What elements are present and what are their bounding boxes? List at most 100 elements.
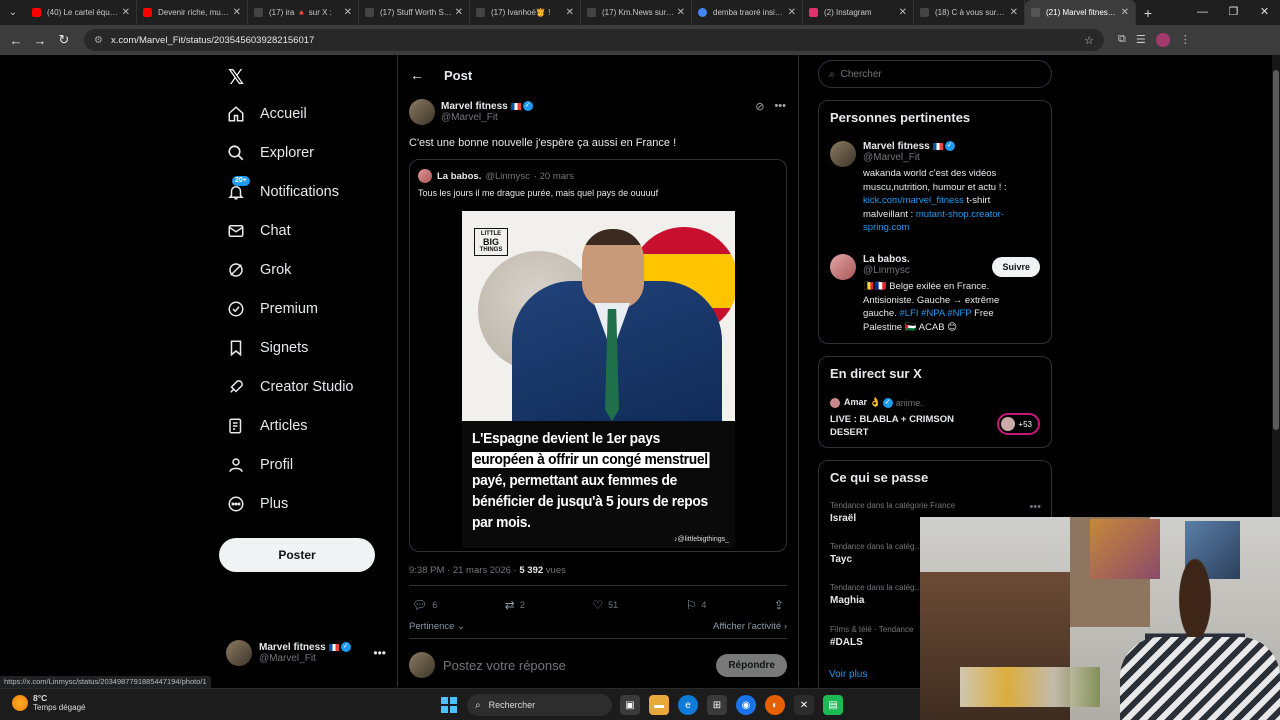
sort-dropdown[interactable]: Pertinence ⌄ — [409, 621, 465, 632]
chrome-icon[interactable]: ◉ — [736, 695, 756, 715]
store-icon[interactable]: ⊞ — [707, 695, 727, 715]
maximize-icon[interactable]: ❐ — [1218, 0, 1249, 25]
scrollbar-thumb[interactable] — [1273, 70, 1279, 430]
person-name[interactable]: Marvel fitness — [863, 141, 930, 152]
reply-button[interactable]: 💬︎ 6 — [412, 598, 437, 612]
close-icon[interactable]: ✕ — [233, 7, 241, 18]
sidebar-icon[interactable]: ☰ — [1136, 33, 1146, 47]
browser-tab-active[interactable]: (21) Marvel fitnes… ✕ — [1025, 0, 1136, 25]
nav-home[interactable]: Accueil — [226, 97, 307, 131]
nav-premium[interactable]: Premium — [226, 292, 318, 326]
app-icon[interactable]: ▤ — [823, 695, 843, 715]
url-field[interactable]: ⚙ x.com/Marvel_Fit/status/20354560392821… — [84, 29, 1104, 51]
edge-icon[interactable]: e — [678, 695, 698, 715]
tab-search-icon[interactable]: ⌄ — [0, 0, 26, 25]
new-tab-icon[interactable]: + — [1136, 5, 1160, 21]
nav-grok[interactable]: Grok — [226, 253, 291, 287]
more-dots-icon[interactable]: ••• — [1029, 501, 1041, 513]
minimize-icon[interactable]: — — [1187, 0, 1218, 25]
reply-submit-button[interactable]: Répondre — [716, 653, 787, 677]
close-icon[interactable]: ✕ — [566, 7, 574, 18]
trend-item[interactable]: Tendance dans la catég… Maghia — [830, 583, 923, 606]
grok-icon[interactable]: ⊘ — [755, 100, 764, 113]
close-icon[interactable]: ✕ — [1010, 7, 1018, 18]
profile-avatar[interactable] — [1155, 33, 1170, 47]
search-input[interactable]: ⌕ Chercher — [818, 60, 1052, 88]
post-author[interactable]: Marvel fitness ✓ @Marvel_Fit — [409, 99, 533, 125]
live-title[interactable]: LIVE : BLABLA + CRIMSON DESERT — [830, 413, 970, 439]
see-more-link[interactable]: Voir plus — [829, 669, 867, 680]
reload-icon[interactable]: ↻ — [52, 32, 76, 48]
browser-tab[interactable]: demba traoré insi… ✕ — [692, 0, 803, 25]
person-marvel-fitness[interactable]: Marvel fitness ✓ @Marvel_Fit wakanda worl… — [830, 141, 1033, 235]
follow-button[interactable]: Suivre — [992, 257, 1040, 277]
browser-tab[interactable]: Devenir riche, mu… ✕ — [137, 0, 248, 25]
nav-more[interactable]: Plus — [226, 487, 288, 521]
person-name[interactable]: La babos. — [863, 254, 910, 265]
search-icon: ⌕ — [475, 699, 481, 711]
author-handle[interactable]: @Marvel_Fit — [441, 112, 533, 123]
bookmark-star-icon[interactable]: ☆ — [1084, 34, 1094, 47]
post-button[interactable]: Poster — [219, 538, 375, 572]
close-icon[interactable]: ✕ — [788, 7, 796, 18]
browser-tab[interactable]: (17) Km.News sur… ✕ — [581, 0, 692, 25]
like-button[interactable]: ♡ 51 — [592, 598, 618, 612]
article-icon — [226, 416, 246, 436]
close-icon[interactable]: ✕ — [1121, 7, 1129, 18]
file-explorer-icon[interactable]: ▬ — [649, 695, 669, 715]
live-host[interactable]: Amar 👌 ✓ anime. — [830, 397, 923, 408]
task-view-icon[interactable]: ▣ — [620, 695, 640, 715]
more-dots-icon[interactable]: ••• — [774, 100, 786, 113]
post-timestamp[interactable]: 9:38 PM · 21 mars 2026 · — [409, 565, 519, 576]
browser-tab[interactable]: (40) Le cartel équ… ✕ — [26, 0, 137, 25]
window-close-icon[interactable]: ✕ — [1249, 0, 1280, 25]
trend-item[interactable]: Tendance dans la catég… Tayc — [830, 542, 923, 565]
reply-input[interactable]: Postez votre réponse — [443, 658, 566, 673]
browser-tab[interactable]: (17) Stuff Worth S… ✕ — [359, 0, 470, 25]
close-icon[interactable]: ✕ — [677, 7, 685, 18]
close-icon[interactable]: ✕ — [455, 7, 463, 18]
quote-image[interactable]: LITTLE BIG THINGS L'Espagne devient le 1er… — [462, 211, 735, 548]
more-dots-icon[interactable]: ••• — [373, 646, 386, 660]
windows-start-icon[interactable] — [441, 697, 457, 713]
bio-hashtags[interactable]: #LFI #NPA #NFP — [899, 308, 971, 319]
nav-chat[interactable]: Chat — [226, 214, 291, 248]
nav-notifications[interactable]: 20+ Notifications — [226, 175, 339, 209]
close-icon[interactable]: ✕ — [344, 7, 352, 18]
share-button[interactable]: ⇪ — [774, 598, 784, 612]
back-icon[interactable]: ← — [4, 33, 28, 48]
firefox-icon[interactable]: ◐ — [765, 695, 785, 715]
x-logo-icon[interactable]: 𝕏 — [228, 65, 244, 90]
nav-profile[interactable]: Profil — [226, 448, 293, 482]
forward-icon[interactable]: → — [28, 33, 52, 48]
nav-bookmarks[interactable]: Signets — [226, 331, 308, 365]
weather-widget[interactable]: 8°C Temps dégagé — [12, 693, 85, 712]
repost-button[interactable]: ⇄ 2 — [505, 598, 525, 612]
avatar[interactable] — [830, 141, 856, 167]
nav-creator-studio[interactable]: Creator Studio — [226, 370, 354, 404]
app-icon[interactable]: ✕ — [794, 695, 814, 715]
nav-articles[interactable]: Articles — [226, 409, 308, 443]
account-switcher[interactable]: Marvel fitness ✓ @Marvel_Fit ••• — [226, 640, 386, 666]
nav-explore[interactable]: Explorer — [226, 136, 314, 170]
author-name[interactable]: Marvel fitness — [441, 101, 508, 112]
view-activity-link[interactable]: Afficher l'activité › — [713, 621, 787, 632]
browser-tab[interactable]: (2) Instagram ✕ — [803, 0, 914, 25]
bookmark-button[interactable]: ⚐ 4 — [686, 598, 707, 612]
avatar[interactable] — [409, 99, 435, 125]
live-listeners[interactable]: +53 — [997, 413, 1040, 435]
quoted-post[interactable]: La babos. @Linmysc · 20 mars Tous les jo… — [409, 159, 787, 552]
close-icon[interactable]: ✕ — [899, 7, 907, 18]
browser-tab[interactable]: (18) C à vous sur… ✕ — [914, 0, 1025, 25]
trend-item[interactable]: Films & télé · Tendance #DALS — [830, 625, 913, 648]
back-arrow-icon[interactable]: ← — [410, 67, 424, 83]
avatar[interactable] — [830, 254, 856, 280]
close-icon[interactable]: ✕ — [122, 7, 130, 18]
taskbar-search[interactable]: ⌕ Rechercher — [467, 694, 612, 716]
extensions-icon[interactable]: ⧉ — [1118, 33, 1126, 47]
browser-tab[interactable]: (17) ira 🔺 sur X : ✕ — [248, 0, 359, 25]
browser-menu-icon[interactable]: ⋮ — [1180, 33, 1191, 47]
browser-tab[interactable]: (17) Ivanhoé🫅 ! ✕ — [470, 0, 581, 25]
site-info-icon[interactable]: ⚙ — [94, 35, 103, 46]
bio-link[interactable]: kick.com/marvel_fitness — [863, 195, 964, 206]
